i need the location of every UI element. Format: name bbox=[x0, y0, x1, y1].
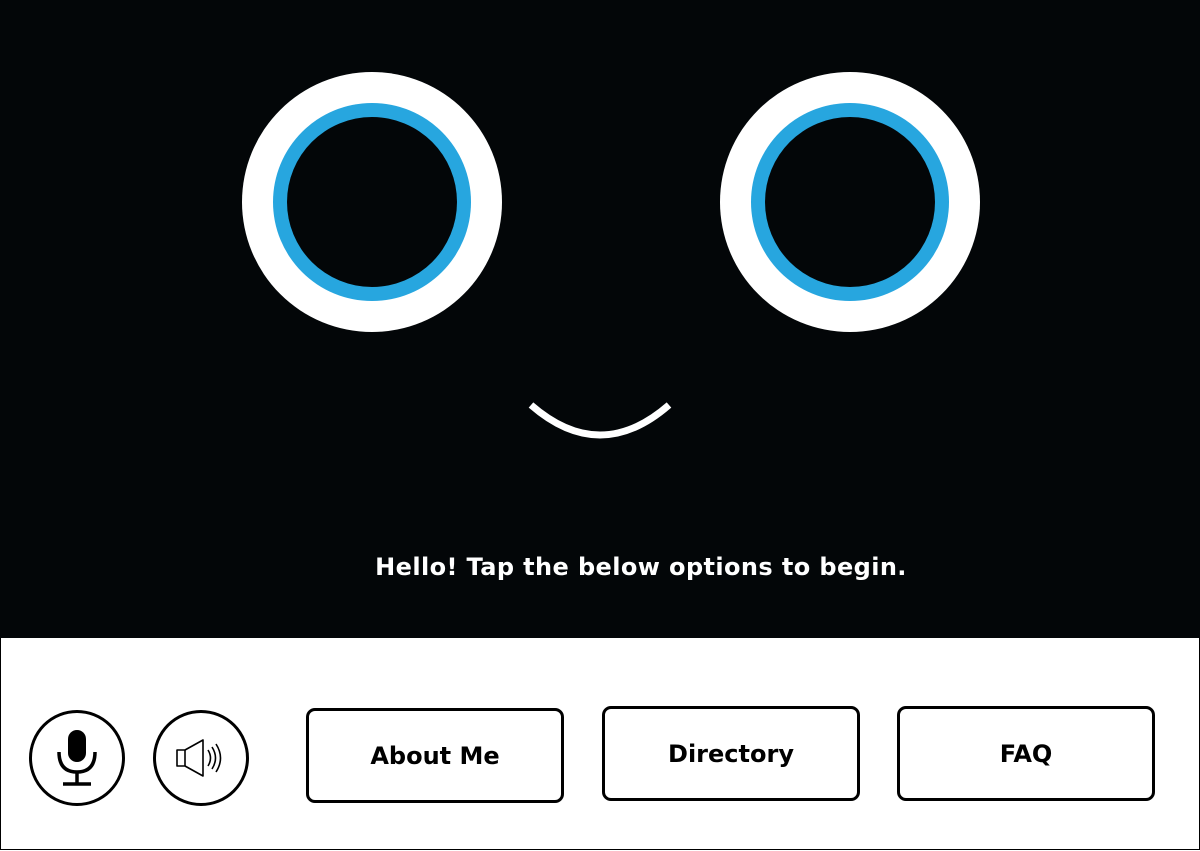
speaker-button[interactable] bbox=[153, 710, 249, 806]
left-eye-pupil bbox=[287, 117, 457, 287]
directory-button[interactable]: Directory bbox=[602, 706, 860, 801]
greeting-text: Hello! Tap the below options to begin. bbox=[375, 553, 907, 581]
robot-face-display: Hello! Tap the below options to begin. bbox=[0, 0, 1200, 638]
speaker-icon bbox=[176, 739, 222, 777]
about-me-button[interactable]: About Me bbox=[306, 708, 564, 803]
microphone-button[interactable] bbox=[29, 710, 125, 806]
microphone-icon bbox=[57, 730, 97, 786]
faq-button[interactable]: FAQ bbox=[897, 706, 1155, 801]
left-eye bbox=[242, 72, 502, 332]
right-eye bbox=[720, 72, 980, 332]
robot-kiosk-app: Hello! Tap the below options to begin. A… bbox=[0, 0, 1200, 851]
right-eye-pupil bbox=[765, 117, 935, 287]
smile-mouth bbox=[528, 402, 672, 439]
control-bar: About Me Directory FAQ bbox=[0, 638, 1200, 850]
